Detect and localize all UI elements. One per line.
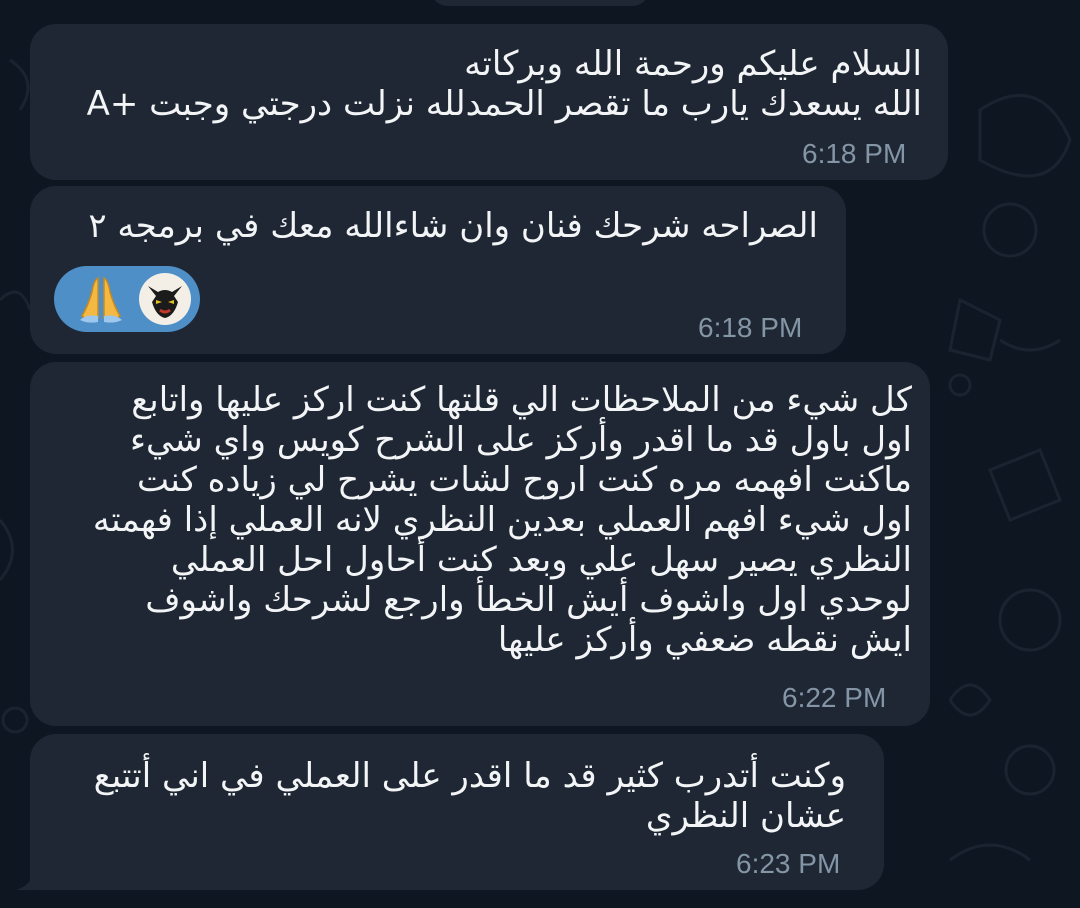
bubble-tail bbox=[16, 870, 36, 890]
message-line: لوحدي اول واشوف أيش الخطأ وارجع لشرحك وا… bbox=[145, 580, 912, 620]
message-bubble[interactable]: السلام عليكم ورحمة الله وبركاته الله يسع… bbox=[30, 24, 948, 180]
reaction-pill[interactable] bbox=[54, 266, 200, 332]
message-line: ايش نقطه ضعفي وأركز عليها bbox=[497, 620, 912, 660]
message-timestamp: 6:23 PM bbox=[736, 848, 841, 879]
message-line: ماكنت افهمه مره كنت اروح لشات يشرح لي زي… bbox=[136, 460, 912, 500]
message-line: النظري يصير سهل علي وبعد كنت أحاول احل ا… bbox=[170, 540, 912, 580]
message-line: اول شيء افهم العملي بعدين النظري لانه ال… bbox=[92, 500, 912, 540]
message-timestamp: 6:18 PM bbox=[802, 138, 907, 169]
message-line: الصراحه شرحك فنان وان شاءالله معك في برم… bbox=[88, 206, 818, 246]
message-line: الله يسعدك يارب ما تقصر الحمدلله نزلت در… bbox=[86, 84, 922, 124]
message-line: وكنت أتدرب كثير قد ما اقدر على العملي في… bbox=[93, 756, 846, 796]
message-text: كل شيء من الملاحظات الي قلتها كنت اركز ع… bbox=[93, 380, 912, 660]
cat-avatar-icon[interactable] bbox=[138, 272, 192, 326]
message-line: السلام عليكم ورحمة الله وبركاته bbox=[464, 44, 922, 84]
message-text: الصراحه شرحك فنان وان شاءالله معك في برم… bbox=[88, 206, 818, 246]
previous-message-edge bbox=[430, 0, 650, 6]
message-bubble[interactable]: كل شيء من الملاحظات الي قلتها كنت اركز ع… bbox=[30, 362, 930, 726]
folded-hands-icon bbox=[80, 276, 122, 323]
message-timestamp: 6:18 PM bbox=[698, 312, 803, 343]
message-bubble[interactable]: وكنت أتدرب كثير قد ما اقدر على العملي في… bbox=[16, 734, 884, 890]
message-line: اول باول قد ما اقدر وأركز على الشرح كويس… bbox=[129, 420, 912, 460]
message-timestamp: 6:22 PM bbox=[782, 682, 887, 713]
message-line: عشان النظري bbox=[645, 796, 846, 836]
message-text: وكنت أتدرب كثير قد ما اقدر على العملي في… bbox=[94, 756, 846, 836]
message-text: السلام عليكم ورحمة الله وبركاته الله يسع… bbox=[87, 44, 922, 124]
message-line: كل شيء من الملاحظات الي قلتها كنت اركز ع… bbox=[131, 380, 912, 420]
